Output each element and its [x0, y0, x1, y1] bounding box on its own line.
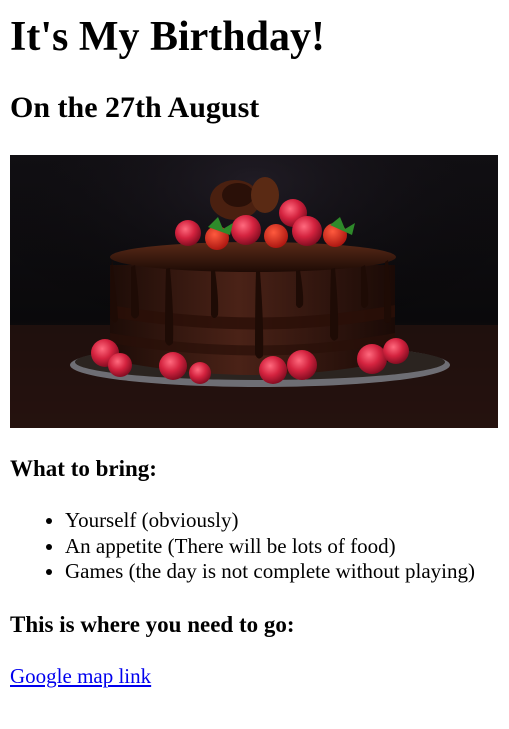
bring-list: Yourself (obviously) An appetite (There …	[10, 508, 475, 585]
list-item: An appetite (There will be lots of food)	[65, 534, 475, 560]
google-map-link[interactable]: Google map link	[10, 662, 151, 690]
event-date-heading: On the 27th August	[10, 91, 260, 124]
what-to-bring-heading: What to bring:	[10, 456, 157, 481]
page-title: It's My Birthday!	[10, 14, 325, 60]
list-item: Games (the day is not complete without p…	[65, 559, 475, 585]
list-item: Yourself (obviously)	[65, 508, 475, 534]
location-heading: This is where you need to go:	[10, 612, 295, 637]
birthday-cake-image	[10, 155, 498, 428]
